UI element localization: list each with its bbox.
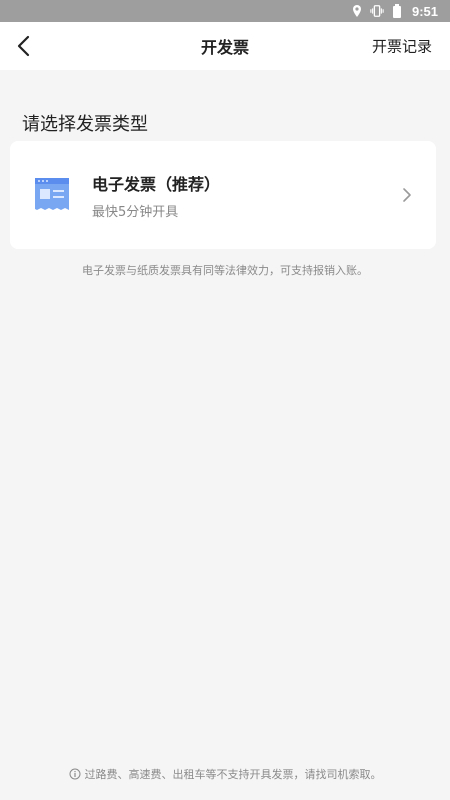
electronic-invoice-option[interactable]: 电子发票（推荐） 最快5分钟开具 — [10, 141, 436, 249]
page-title: 开发票 — [200, 38, 249, 57]
card-subtitle: 最快5分钟开具 — [92, 204, 179, 220]
vibrate-icon — [370, 4, 384, 18]
status-bar: 9:51 — [0, 0, 450, 22]
battery-icon — [390, 4, 404, 18]
nav-bar: 开发票 开票记录 — [0, 22, 450, 70]
section-title: 请选择发票类型 — [22, 114, 148, 135]
location-icon — [350, 4, 364, 18]
footer-text: 过路费、高速费、出租车等不支持开具发票，请找司机索取。 — [84, 768, 382, 781]
card-title: 电子发票（推荐） — [92, 174, 221, 194]
legal-note: 电子发票与纸质发票具有同等法律效力，可支持报销入账。 — [82, 264, 368, 277]
invoice-history-link[interactable]: 开票记录 — [372, 36, 432, 57]
invoice-icon — [32, 175, 72, 215]
info-icon — [69, 768, 81, 780]
status-time: 9:51 — [411, 3, 438, 19]
chevron-right-icon — [394, 182, 420, 208]
chevron-left-icon — [17, 35, 30, 57]
back-button[interactable] — [10, 32, 38, 60]
footer-note: 过路费、高速费、出租车等不支持开具发票，请找司机索取。 — [0, 766, 450, 782]
